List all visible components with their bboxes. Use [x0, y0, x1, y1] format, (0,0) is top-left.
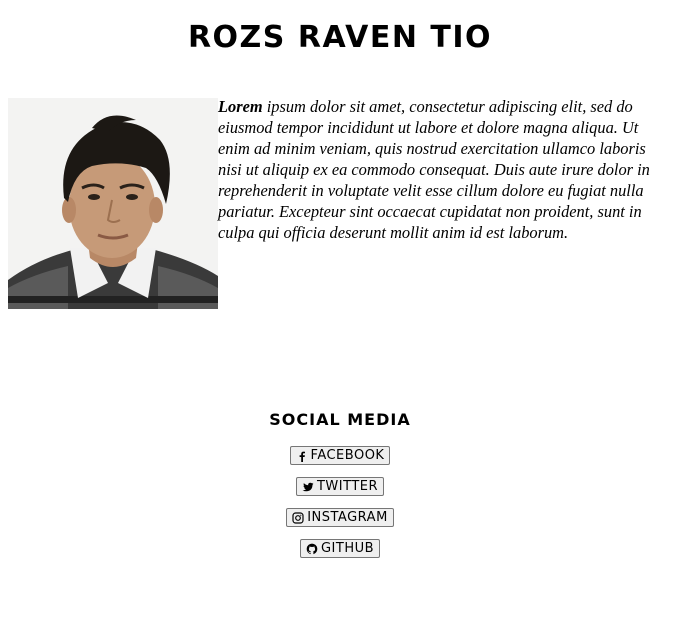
facebook-icon [296, 450, 308, 462]
page-title: ROZS RAVEN TIO [187, 20, 493, 55]
social-media-links: FACEBOOK TWITTER INSTAGRAM GITHUB [0, 446, 680, 570]
github-icon [306, 543, 318, 555]
github-button[interactable]: GITHUB [299, 539, 381, 558]
social-media-heading: SOCIAL MEDIA [269, 410, 411, 429]
bio-text: Lorem ipsum dolor sit amet, consectetur … [218, 96, 658, 243]
bio-lead: Lorem [218, 97, 263, 116]
facebook-label: FACEBOOK [310, 448, 385, 463]
facebook-button[interactable]: FACEBOOK [289, 446, 391, 465]
twitter-button[interactable]: TWITTER [295, 477, 385, 496]
twitter-icon [302, 481, 314, 493]
github-label: GITHUB [320, 541, 375, 556]
instagram-button[interactable]: INSTAGRAM [286, 508, 394, 527]
instagram-icon [292, 511, 304, 524]
profile-photo [8, 98, 218, 309]
instagram-label: INSTAGRAM [307, 510, 388, 525]
bio-body: ipsum dolor sit amet, consectetur adipis… [218, 97, 650, 242]
twitter-label: TWITTER [316, 479, 379, 494]
